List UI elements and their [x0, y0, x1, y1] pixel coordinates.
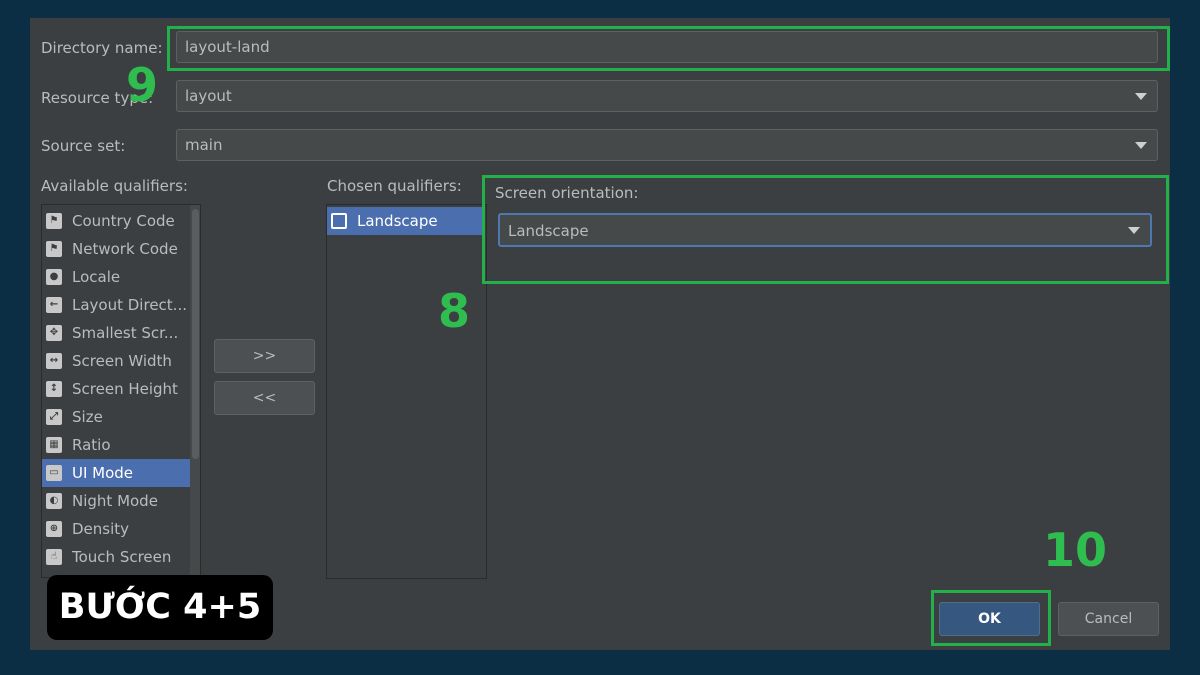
resource-type-select[interactable]: layout: [176, 80, 1158, 112]
qualifier-item[interactable]: ☝ Touch Screen: [42, 543, 190, 571]
new-resource-directory-dialog: Directory name: layout-land Resource typ…: [30, 18, 1170, 650]
step-number-9: 9: [126, 58, 159, 112]
available-qualifiers-list[interactable]: ☝ Touch Screen ⊕ Density ◐ Night Mode ▭ UI Mode…: [41, 204, 201, 578]
ratio-icon: ▦: [46, 437, 62, 453]
night-mode-icon: ◐: [46, 493, 62, 509]
qualifier-item[interactable]: ▦ Ratio: [42, 431, 190, 459]
scrollbar-thumb[interactable]: [192, 209, 199, 459]
qualifier-item-label: Layout Direct...: [72, 296, 187, 314]
qualifier-item[interactable]: ◐ Night Mode: [42, 487, 190, 515]
scrollbar[interactable]: [190, 205, 200, 577]
source-set-label: Source set:: [41, 137, 126, 155]
touch-screen-icon: ☝: [46, 549, 62, 565]
screen-height-icon: ↕: [46, 381, 62, 397]
qualifier-item[interactable]: ⤢ Size: [42, 403, 190, 431]
chevron-down-icon: [1135, 93, 1147, 100]
qualifier-item-label: Smallest Scr...: [72, 324, 179, 342]
qualifier-item[interactable]: ← Layout Direct...: [42, 291, 190, 319]
chosen-item-landscape[interactable]: Landscape: [327, 207, 484, 235]
qualifier-item-label: Ratio: [72, 436, 111, 454]
qualifier-item-label: Size: [72, 408, 103, 426]
size-icon: ⤢: [46, 409, 62, 425]
qualifier-item-label: Network Code: [72, 240, 178, 258]
density-icon: ⊕: [46, 521, 62, 537]
qualifier-item[interactable]: ⚑ Network Code: [42, 235, 190, 263]
qualifier-item-label: Night Mode: [72, 492, 158, 510]
globe-icon: ●: [46, 269, 62, 285]
chosen-qualifiers-list[interactable]: Landscape: [326, 204, 487, 579]
available-qualifiers-label: Available qualifiers:: [41, 177, 188, 195]
highlight-screen-orientation: [482, 175, 1169, 284]
source-set-value: main: [185, 136, 223, 154]
qualifier-item-label: Touch Screen: [72, 548, 172, 566]
qualifier-item[interactable]: ⊕ Density: [42, 515, 190, 543]
qualifier-item-label: Density: [72, 520, 130, 538]
landscape-icon: [331, 213, 347, 229]
qualifier-item-label: Country Code: [72, 212, 175, 230]
layout-direction-icon: ←: [46, 297, 62, 313]
qualifier-item[interactable]: ✥ Smallest Scr...: [42, 319, 190, 347]
step-number-10: 10: [1043, 523, 1108, 577]
source-set-select[interactable]: main: [176, 129, 1158, 161]
network-code-icon: ⚑: [46, 241, 62, 257]
qualifier-item[interactable]: ▭ UI Mode: [42, 459, 190, 487]
add-qualifier-button[interactable]: >>: [214, 339, 315, 373]
qualifier-item-label: UI Mode: [72, 464, 134, 482]
highlight-directory-name: [167, 26, 1170, 71]
directory-name-label: Directory name:: [41, 39, 163, 57]
resource-type-value: layout: [185, 87, 232, 105]
qualifier-item[interactable]: ↕ Screen Height: [42, 375, 190, 403]
chosen-qualifiers-label: Chosen qualifiers:: [327, 177, 462, 195]
qualifier-item-label: Locale: [72, 268, 121, 286]
qualifier-item[interactable]: ⚑ Country Code: [42, 207, 190, 235]
step-number-8: 8: [438, 284, 471, 338]
qualifier-item-label: Screen Width: [72, 352, 172, 370]
qualifier-item[interactable]: ↔ Screen Width: [42, 347, 190, 375]
cancel-button[interactable]: Cancel: [1058, 602, 1159, 636]
smallest-screen-icon: ✥: [46, 325, 62, 341]
highlight-ok-button: [931, 590, 1051, 646]
remove-qualifier-button[interactable]: <<: [214, 381, 315, 415]
country-code-icon: ⚑: [46, 213, 62, 229]
ui-mode-icon: ▭: [46, 465, 62, 481]
step-badge: BƯỚC 4+5: [47, 575, 273, 640]
qualifier-item-label: Screen Height: [72, 380, 178, 398]
chevron-down-icon: [1135, 142, 1147, 149]
screen-width-icon: ↔: [46, 353, 62, 369]
qualifier-item[interactable]: ● Locale: [42, 263, 190, 291]
